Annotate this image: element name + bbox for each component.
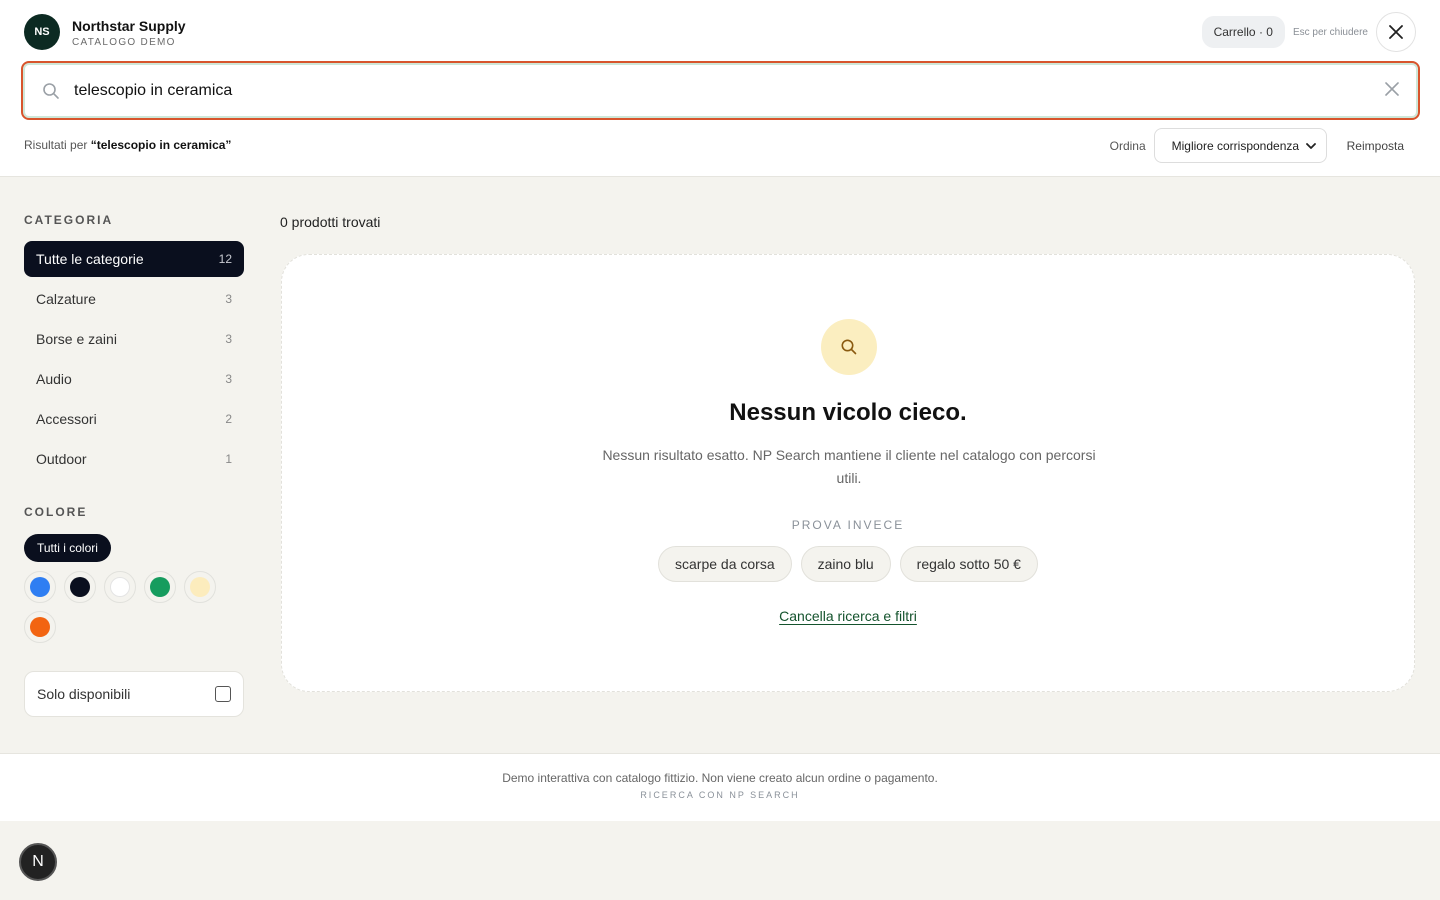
category-count: 3 <box>225 292 232 306</box>
category-count: 2 <box>225 412 232 426</box>
brand-logo: NS <box>24 14 60 50</box>
search-box <box>21 61 1420 120</box>
reset-button[interactable]: Reimposta <box>1347 139 1404 153</box>
dev-badge[interactable]: N <box>19 843 57 881</box>
clear-search-link[interactable]: Cancella ricerca e filtri <box>779 608 917 624</box>
category-count: 1 <box>225 452 232 466</box>
sort-selected-value: Migliore corrispondenza <box>1171 138 1300 153</box>
suggestion-chip[interactable]: zaino blu <box>800 546 891 582</box>
try-instead-label: PROVA INVECE <box>791 518 905 532</box>
cart-button[interactable]: Carrello · 0 <box>1201 16 1285 48</box>
suggestion-chip[interactable]: scarpe da corsa <box>658 546 792 582</box>
empty-state-card: Nessun vicolo cieco. Nessun risultato es… <box>281 254 1415 692</box>
brand-subtitle: CATALOGO DEMO <box>72 36 176 48</box>
color-swatch-green[interactable] <box>144 571 176 603</box>
sort-label: Ordina <box>1109 138 1146 153</box>
category-item-accessori[interactable]: Accessori 2 <box>24 401 244 437</box>
category-label: Tutte le categorie <box>36 251 144 267</box>
category-count: 12 <box>218 252 232 266</box>
category-label: Calzature <box>36 291 96 307</box>
category-label: Audio <box>36 371 72 387</box>
search-icon <box>43 83 59 99</box>
color-title: COLORE <box>24 505 88 519</box>
results-query: “telescopio in ceramica” <box>90 138 232 152</box>
color-swatch-white[interactable] <box>104 571 136 603</box>
color-swatch-blue[interactable] <box>24 571 56 603</box>
chevron-down-icon <box>1305 142 1316 149</box>
available-checkbox[interactable] <box>215 686 231 702</box>
footer: Demo interattiva con catalogo fittizio. … <box>0 753 1440 821</box>
all-colors-button[interactable]: Tutti i colori <box>24 534 111 562</box>
close-icon <box>1389 25 1403 39</box>
empty-title: Nessun vicolo cieco. <box>729 399 967 426</box>
category-count: 3 <box>225 332 232 346</box>
esc-hint: Esc per chiudere <box>1292 26 1368 38</box>
category-title: CATEGORIA <box>24 213 114 227</box>
suggestion-chips: scarpe da corsa zaino blu regalo sotto 5… <box>282 546 1414 582</box>
footer-brand: RICERCA CON NP SEARCH <box>640 790 800 800</box>
category-label: Accessori <box>36 411 97 427</box>
brand: NS Northstar Supply CATALOGO DEMO <box>24 14 186 50</box>
category-item-outdoor[interactable]: Outdoor 1 <box>24 441 244 477</box>
sort-select[interactable]: Migliore corrispondenza <box>1153 128 1327 163</box>
color-swatch-cream[interactable] <box>184 571 216 603</box>
clear-icon[interactable] <box>1385 82 1399 96</box>
results-prefix: Risultati per <box>24 138 88 152</box>
color-swatch-orange[interactable] <box>24 611 56 643</box>
close-button[interactable] <box>1376 12 1416 52</box>
category-label: Outdoor <box>36 451 87 467</box>
results-count: 0 prodotti trovati <box>280 214 381 230</box>
category-item-calzature[interactable]: Calzature 3 <box>24 281 244 317</box>
category-item-audio[interactable]: Audio 3 <box>24 361 244 397</box>
category-label: Borse e zaini <box>36 331 117 347</box>
search-input[interactable] <box>74 75 1324 107</box>
footer-note: Demo interattiva con catalogo fittizio. … <box>502 771 938 785</box>
category-item-borse[interactable]: Borse e zaini 3 <box>24 321 244 357</box>
empty-search-icon <box>821 319 877 375</box>
available-label: Solo disponibili <box>37 686 131 702</box>
top-bar: NS Northstar Supply CATALOGO DEMO Carrel… <box>0 0 1440 177</box>
results-for: Risultati per “telescopio in ceramica” <box>24 138 231 152</box>
available-only-toggle[interactable]: Solo disponibili <box>24 671 244 717</box>
category-item-all[interactable]: Tutte le categorie 12 <box>24 241 244 277</box>
suggestion-chip[interactable]: regalo sotto 50 € <box>899 546 1038 582</box>
empty-text: Nessun risultato esatto. NP Search manti… <box>602 447 1096 486</box>
category-count: 3 <box>225 372 232 386</box>
category-list: Tutte le categorie 12 Calzature 3 Borse … <box>24 241 244 481</box>
color-swatch-black[interactable] <box>64 571 96 603</box>
brand-name: Northstar Supply <box>72 17 186 34</box>
